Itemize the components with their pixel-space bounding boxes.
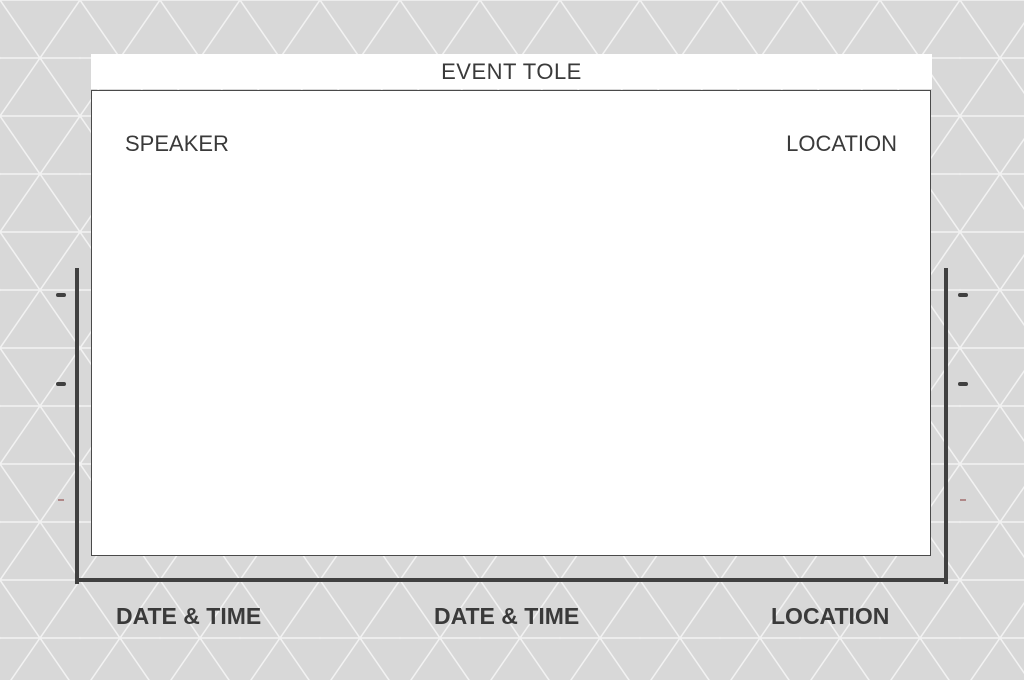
footer-date-time-center: DATE & TIME bbox=[434, 603, 580, 629]
event-title: EVENT TOLE bbox=[91, 54, 932, 89]
footer-date-time-left: DATE & TIME bbox=[116, 603, 262, 629]
left-tick-mark bbox=[56, 382, 66, 386]
left-red-mark bbox=[58, 499, 64, 501]
left-tick-mark bbox=[56, 293, 66, 297]
speaker-label: SPEAKER bbox=[125, 131, 229, 156]
right-red-mark bbox=[960, 499, 966, 501]
right-tick-mark bbox=[958, 293, 968, 297]
frame-bottom-line bbox=[75, 578, 948, 582]
frame-right-line bbox=[944, 268, 948, 584]
event-card: SPEAKER LOCATION bbox=[91, 90, 931, 556]
frame-left-line bbox=[75, 268, 79, 584]
footer-location: LOCATION bbox=[771, 603, 890, 629]
location-label-top: LOCATION bbox=[786, 131, 897, 156]
right-tick-mark bbox=[958, 382, 968, 386]
